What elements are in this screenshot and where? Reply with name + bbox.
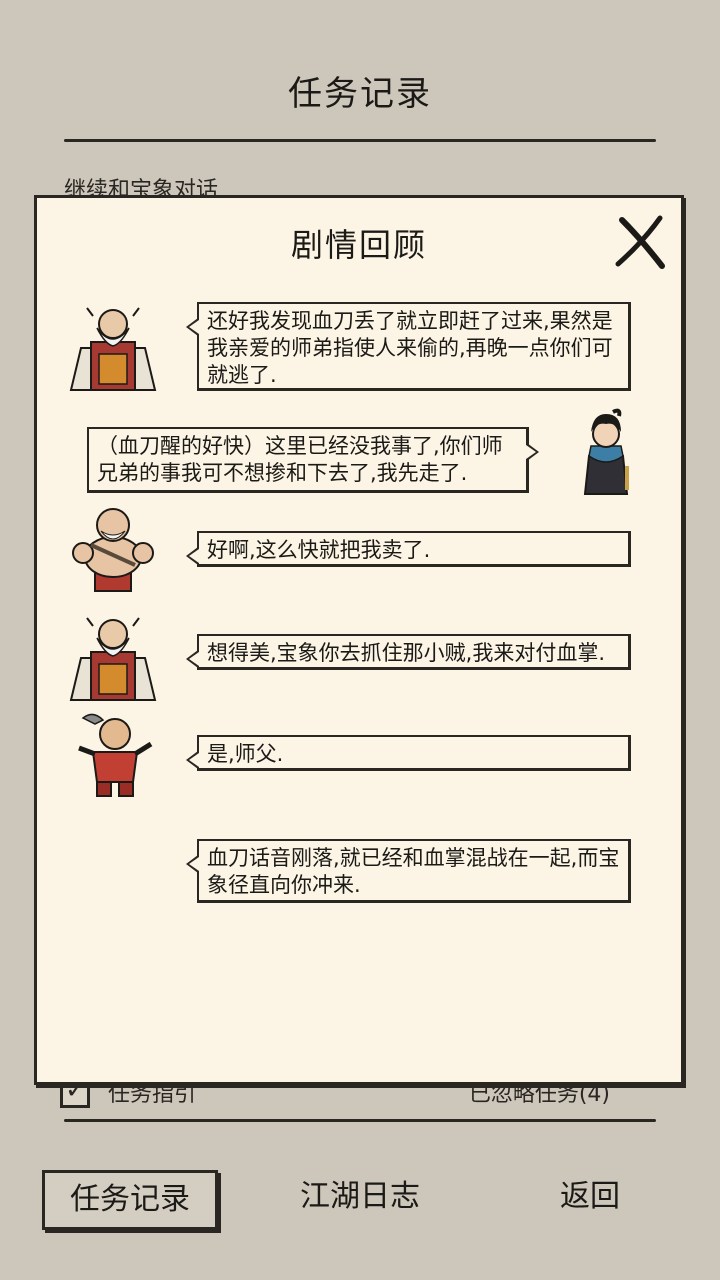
footer-divider <box>64 1119 656 1122</box>
old-master-icon <box>65 608 161 708</box>
back-button[interactable]: 返回 <box>530 1170 650 1224</box>
old-master-icon <box>65 298 161 398</box>
message-bubble: 好啊,这么快就把我卖了. <box>186 531 631 567</box>
player-swordsman-icon <box>571 406 667 506</box>
message-bubble: 还好我发现血刀丢了就立即赶了过来,果然是我亲爱的师弟指使人来偷的,再晚一点你们可… <box>186 302 631 391</box>
tab-jianghu-log[interactable]: 江湖日志 <box>280 1170 440 1224</box>
page-title: 任务记录 <box>288 74 432 114</box>
close-icon <box>615 215 665 269</box>
story-review-dialog: 剧情回顾 还好我发现血刀丢了就立即赶了过来,果然是我亲爱的师弟指使人来偷的,再晚… <box>34 195 684 1085</box>
narration-bubble: 血刀话音刚落,就已经和血掌混战在一起,而宝象径直向你冲来. <box>186 839 631 903</box>
message-bubble: （血刀醒的好快）这里已经没我事了,你们师兄弟的事我可不想掺和下去了,我先走了. <box>87 427 539 493</box>
header-divider <box>64 139 656 142</box>
dialog-title: 剧情回顾 <box>290 226 427 264</box>
message-bubble: 想得美,宝象你去抓住那小贼,我来对付血掌. <box>186 634 631 670</box>
muscular-monk-icon <box>65 501 161 601</box>
message-bubble: 是,师父. <box>186 735 631 771</box>
bottom-nav: 任务记录 江湖日志 返回 <box>0 1170 720 1230</box>
close-button[interactable] <box>614 214 670 270</box>
bald-monk-icon <box>73 708 169 808</box>
tab-task-records[interactable]: 任务记录 <box>42 1170 218 1230</box>
